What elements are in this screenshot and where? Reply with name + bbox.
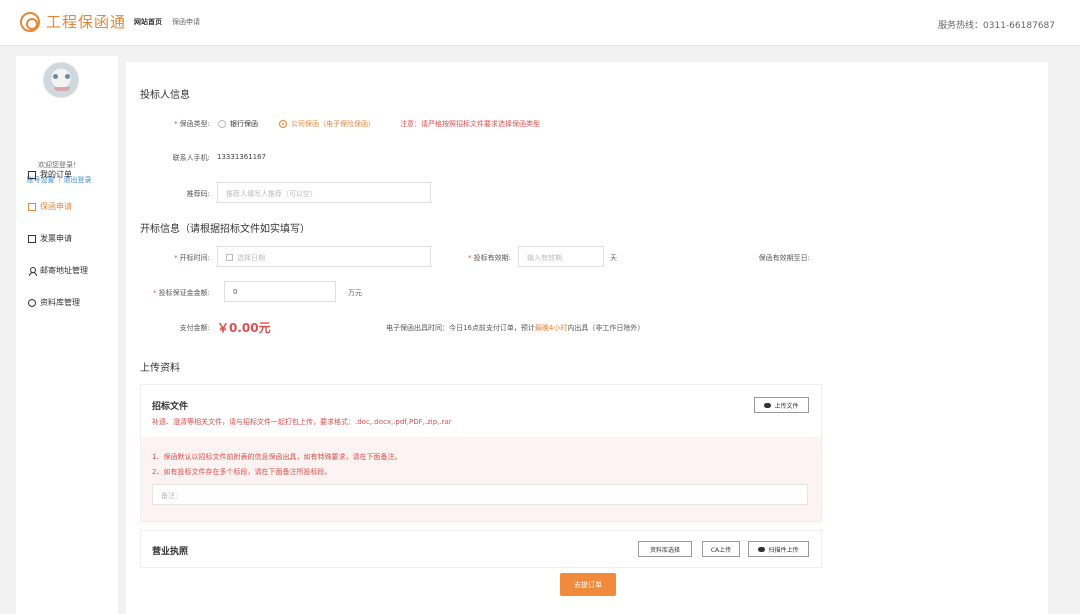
cloud-upload-icon (758, 546, 766, 552)
scan-upload-label: 扫描件上传 (768, 546, 799, 554)
bidder-info-title: 投标人信息 (140, 90, 190, 101)
edit-icon (28, 202, 36, 211)
sidebar-item-label: 保函申请 (40, 202, 72, 211)
validity-label: * 投标有效期: (445, 253, 511, 263)
radio-dot (279, 120, 287, 128)
issue-note-highlight: 最晚4小时 (534, 324, 568, 332)
logo-icon (20, 11, 40, 32)
invoice-icon (28, 234, 36, 243)
deadline-label: 保函有效期至日: (758, 254, 810, 262)
site-logo[interactable]: 工程保函通 (20, 11, 126, 32)
library-select-button[interactable]: 资料库选择 (638, 541, 692, 557)
sidebar-item-label: 发票申请 (40, 234, 72, 243)
deposit-label-text: 投标保证金金额: (158, 289, 210, 297)
issue-note-suffix: 内出具（非工作日除外） (567, 324, 645, 332)
logo-text: 工程保函通 (46, 13, 127, 31)
radio-label: 公司保函（电子保险保函） (291, 120, 375, 128)
opening-time-label-text: 开标时间: (179, 254, 210, 262)
opening-time-input[interactable]: 选择日期 (217, 246, 431, 267)
submit-order-button[interactable]: 去提订单 (560, 573, 616, 596)
issue-note-prefix: 电子保函出具时间：今日16点前支付订单，预计 (386, 324, 535, 332)
opening-time-label: * 开标时间: (154, 253, 210, 263)
sidebar-item-label: 我的订单 (40, 170, 72, 179)
nav-guarantee-apply[interactable]: 保函申请 (172, 17, 200, 27)
company-guarantee-radio[interactable]: 公司保函（电子保险保函） (279, 119, 375, 129)
pay-amount-value: ￥0.00元 (217, 321, 271, 335)
sidebar-item-library[interactable]: 资料库管理 (28, 297, 80, 308)
remark-warning-line: 2、如有投标文件存在多个标段，请在下面备注所投标段。 (152, 468, 332, 476)
issue-time-note: 电子保函出具时间：今日16点前支付订单，预计最晚4小时内出具（非工作日除外） (386, 323, 644, 333)
radio-dot (218, 120, 226, 128)
cloud-upload-icon (764, 402, 772, 408)
service-hotline: 服务热线：0311-66187687 (938, 21, 1055, 31)
validity-label-text: 投标有效期: (473, 254, 511, 262)
scan-upload-button[interactable]: 扫描件上传 (748, 541, 809, 557)
remark-warning-line: 1、保函默认以招标文件前附表的信息保函出具，如有特殊要求，请在下面备注。 (152, 453, 402, 461)
deposit-input[interactable]: 0 (224, 281, 336, 302)
phone-label: 联系人手机: (172, 154, 210, 162)
pay-amount-label: 支付金额: (179, 324, 210, 332)
required-marker: * (468, 254, 472, 262)
recommender-input[interactable]: 推荐人填写人推荐（可以空） (217, 182, 431, 203)
required-marker: * (174, 120, 178, 128)
guarantee-type-label: * 保函类型: (163, 119, 210, 129)
guarantee-type-warning: 注意：请严格按照招标文件要求选择保函类型 (400, 120, 540, 128)
top-navigation: 网站首页 保函申请 (134, 17, 200, 27)
nav-home[interactable]: 网站首页 (134, 17, 162, 27)
remark-warning-box (141, 437, 821, 521)
radio-label: 银行保函 (230, 120, 258, 128)
document-icon (28, 170, 36, 179)
guarantee-type-label-text: 保函类型: (179, 120, 210, 128)
upload-section-title: 上传资料 (140, 363, 180, 374)
bank-guarantee-radio[interactable]: 银行保函 (218, 119, 258, 129)
remark-input[interactable]: 备注： (152, 484, 808, 505)
opening-time-placeholder: 选择日期 (237, 254, 265, 262)
sidebar: 欢迎您登录！ 账号设置 退出登录 我的订单 保函申请 发票申请 邮寄地址管理 资料… (16, 56, 118, 614)
person-icon (28, 266, 37, 276)
sidebar-item-label: 邮寄地址管理 (40, 266, 88, 275)
validity-unit: 天 (610, 254, 617, 262)
business-license-title: 营业执照 (152, 547, 189, 557)
opening-info-title: 开标信息（请根据招标文件如实填写） (140, 224, 310, 235)
settings-icon (28, 298, 36, 307)
sidebar-item-my-orders[interactable]: 我的订单 (28, 169, 72, 180)
bid-file-description: 补遗、澄清等相关文件，请与招标文件一起打包上传，要求格式：.doc,.docx,… (152, 418, 452, 426)
top-header: 工程保函通 网站首页 保函申请 服务热线：0311-66187687 (0, 0, 1080, 46)
required-marker: * (174, 254, 178, 262)
required-marker: * (153, 289, 157, 297)
upload-file-label: 上传文件 (774, 402, 799, 410)
sidebar-item-invoice-apply[interactable]: 发票申请 (28, 233, 72, 244)
validity-input[interactable]: 输入有效期 (518, 246, 604, 267)
calendar-icon (226, 254, 233, 261)
sidebar-item-address[interactable]: 邮寄地址管理 (28, 265, 88, 276)
bid-file-title: 招标文件 (152, 402, 189, 412)
sidebar-item-label: 资料库管理 (40, 298, 80, 307)
recommender-label: 推荐码: (186, 190, 210, 198)
avatar (43, 62, 79, 98)
phone-value: 13331361167 (217, 153, 266, 161)
deposit-unit: 万元 (348, 289, 362, 297)
ca-upload-button[interactable]: CA上传 (702, 541, 740, 557)
upload-file-button[interactable]: 上传文件 (754, 397, 809, 413)
sidebar-item-guarantee-apply[interactable]: 保函申请 (28, 201, 72, 212)
deposit-label: * 投标保证金金额: (140, 288, 210, 298)
